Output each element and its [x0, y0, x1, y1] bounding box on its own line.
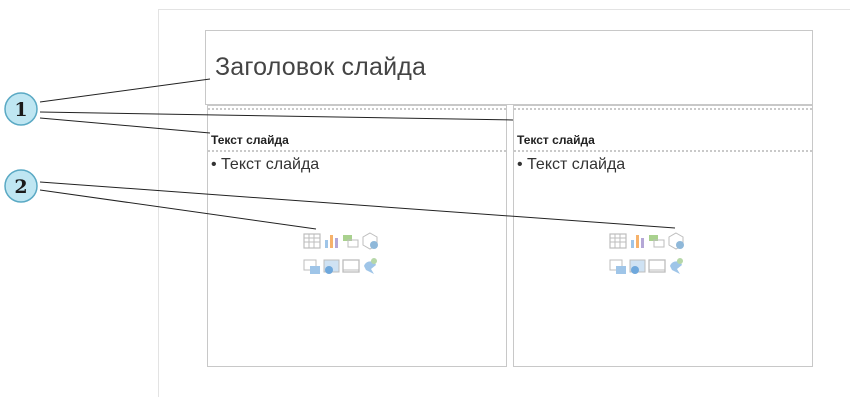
callout-label-1: 1 — [14, 99, 27, 121]
callout-marker-1: 1 — [4, 92, 38, 126]
callout-overlay: 1 2 — [4, 78, 676, 230]
callout-marker-2: 2 — [4, 169, 38, 203]
callout-lines-1 — [39, 78, 514, 134]
callout-lines-2 — [39, 181, 676, 230]
callout-label-2: 2 — [14, 176, 27, 198]
